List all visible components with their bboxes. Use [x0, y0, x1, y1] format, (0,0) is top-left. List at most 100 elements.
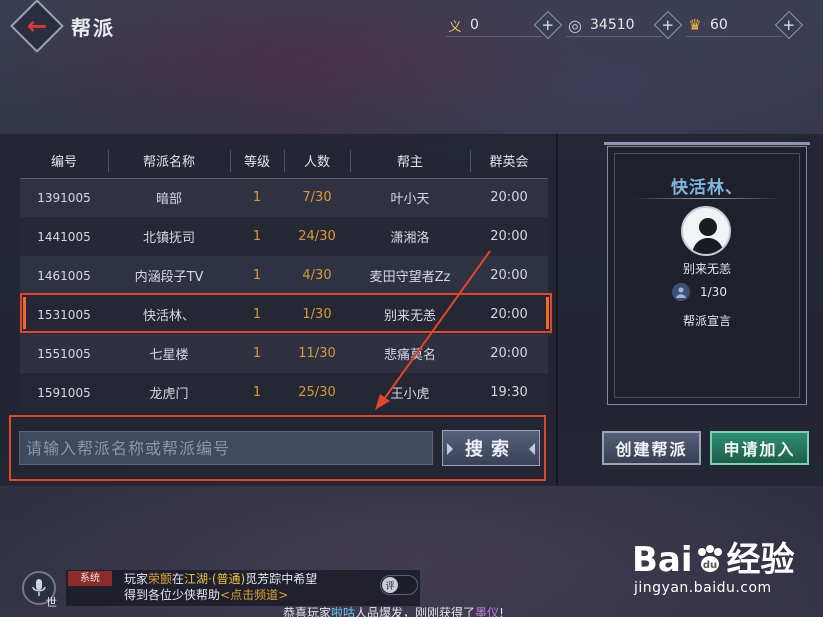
yi-value: 0: [470, 17, 479, 33]
guild-members: 4/30: [284, 256, 350, 295]
guild-time: 20:00: [470, 256, 548, 295]
table-row[interactable]: 1551005 七星楼 1 11/30 悲痛莫名 20:00: [20, 334, 548, 373]
guild-leader: 悲痛莫名: [350, 334, 470, 373]
ticker-player: 啦咕: [331, 606, 356, 617]
card-leader-name: 别来无恙: [682, 262, 731, 276]
search-button[interactable]: 搜索: [442, 430, 540, 466]
chat-line-2: 得到各位少侠帮助<点击频道>: [124, 586, 288, 603]
guild-time: 20:00: [470, 334, 548, 373]
guild-level: 1: [230, 217, 284, 256]
silver-coin-icon: ◎: [568, 15, 582, 35]
table-row[interactable]: 1441005 北镇抚司 1 24/30 潇湘洛 20:00: [20, 217, 548, 256]
chat-text: 得到各位少侠帮助: [124, 588, 221, 602]
card-ornament: [604, 142, 810, 156]
guild-id: 1591005: [20, 373, 108, 412]
guild-members: 25/30: [284, 373, 350, 412]
plus-icon: +: [661, 15, 675, 34]
leader-avatar: [681, 206, 731, 256]
table-row[interactable]: 1461005 内涵段子TV 1 4/30 麦田守望者Zz 20:00: [20, 256, 548, 295]
guild-leader: 潇湘洛: [350, 217, 470, 256]
guild-id: 1461005: [20, 256, 108, 295]
comment-toggle-knob: 评: [382, 577, 398, 593]
system-tag: 系统: [68, 571, 112, 586]
table-row[interactable]: 1391005 暗部 1 7/30 叶小天 20:00: [20, 178, 548, 217]
guild-name: 快活林、: [108, 295, 230, 334]
chat-location: 江湖·(普通): [184, 572, 246, 586]
guild-id: 1531005: [20, 295, 108, 334]
guild-name: 暗部: [108, 178, 230, 217]
guild-id: 1441005: [20, 217, 108, 256]
col-header-time: 群英会: [470, 143, 548, 179]
world-channel-label: 世: [46, 596, 57, 609]
guild-id: 1551005: [20, 334, 108, 373]
guild-members: 24/30: [284, 217, 350, 256]
guild-level: 1: [230, 256, 284, 295]
chat-player-name[interactable]: 荣颤: [148, 572, 172, 586]
create-guild-button[interactable]: 创建帮派: [602, 431, 701, 465]
yi-resource: 义 0: [446, 14, 479, 36]
watermark-url: jingyan.baidu.com: [634, 580, 772, 596]
guild-name: 七星楼: [108, 334, 230, 373]
ticker-text: !: [499, 606, 504, 617]
guild-time: 20:00: [470, 178, 548, 217]
announcement-ticker: 恭喜玩家啦咕人品爆发，刚刚获得了墨仪!: [283, 605, 504, 617]
gold-value: 60: [710, 17, 728, 33]
svg-text:du: du: [702, 560, 716, 571]
guild-time: 20:00: [470, 217, 548, 256]
guild-leader: 叶小天: [350, 178, 470, 217]
gold-underline: [686, 36, 782, 37]
header-divider: [284, 150, 285, 172]
comment-toggle[interactable]: 评: [380, 575, 418, 595]
ticker-text: 人品爆发，刚刚获得了: [355, 606, 476, 617]
back-arrow-icon: ←: [26, 11, 48, 40]
silver-underline: [566, 36, 662, 37]
header-divider: [230, 150, 231, 172]
col-header-leader: 帮主: [350, 143, 470, 179]
paw-icon: du: [697, 545, 722, 572]
baidu-watermark: Bai du 经验 jingyan.baidu.com: [632, 540, 817, 602]
microphone-icon: [32, 579, 46, 596]
table-row[interactable]: 1591005 龙虎门 1 25/30 王小虎 19:30: [20, 373, 548, 412]
guild-level: 1: [230, 373, 284, 412]
card-name-underline: [632, 198, 782, 199]
guild-members: 11/30: [284, 334, 350, 373]
plus-icon: +: [782, 15, 796, 34]
guild-leader: 王小虎: [350, 373, 470, 412]
baidu-logo: Bai du 经验: [632, 540, 795, 580]
apply-join-button[interactable]: 申请加入: [710, 431, 809, 465]
table-row-selected[interactable]: 1531005 快活林、 1 1/30 别来无恙 20:00: [20, 295, 548, 334]
card-guild-name: 快活林、: [671, 178, 743, 198]
plus-icon: +: [541, 15, 555, 34]
guild-time: 20:00: [470, 295, 548, 334]
logo-text: Bai: [632, 540, 693, 580]
guild-leader: 别来无恙: [350, 295, 470, 334]
header-divider: [470, 150, 471, 172]
col-header-level: 等级: [230, 143, 284, 179]
logo-text: 经验: [726, 540, 795, 580]
yi-underline: [446, 36, 542, 37]
guild-id: 1391005: [20, 178, 108, 217]
silver-value: 34510: [590, 17, 635, 33]
guild-level: 1: [230, 178, 284, 217]
chat-text: 玩家: [124, 572, 149, 586]
card-member-count: 1/30: [672, 283, 727, 301]
col-header-members: 人数: [284, 143, 350, 179]
guild-leader: 麦田守望者Zz: [350, 256, 470, 295]
panel-divider: [556, 134, 558, 486]
col-header-name: 帮派名称: [108, 143, 230, 179]
gold-resource: ♛ 60: [686, 14, 728, 36]
ticker-text: 恭喜玩家: [283, 606, 332, 617]
silver-resource: ◎ 34510: [566, 14, 635, 36]
search-input[interactable]: [19, 431, 433, 465]
gold-ingot-icon: ♛: [688, 16, 702, 34]
guild-level: 1: [230, 334, 284, 373]
yi-token-icon: 义: [448, 19, 462, 35]
members-icon: [672, 283, 690, 301]
page-title: 帮派: [71, 16, 115, 40]
guild-members: 7/30: [284, 178, 350, 217]
guild-name: 北镇抚司: [108, 217, 230, 256]
guild-level: 1: [230, 295, 284, 334]
chat-channel-link[interactable]: <点击频道>: [220, 588, 288, 602]
guild-time: 19:30: [470, 373, 548, 412]
chat-text: 在: [172, 572, 185, 586]
